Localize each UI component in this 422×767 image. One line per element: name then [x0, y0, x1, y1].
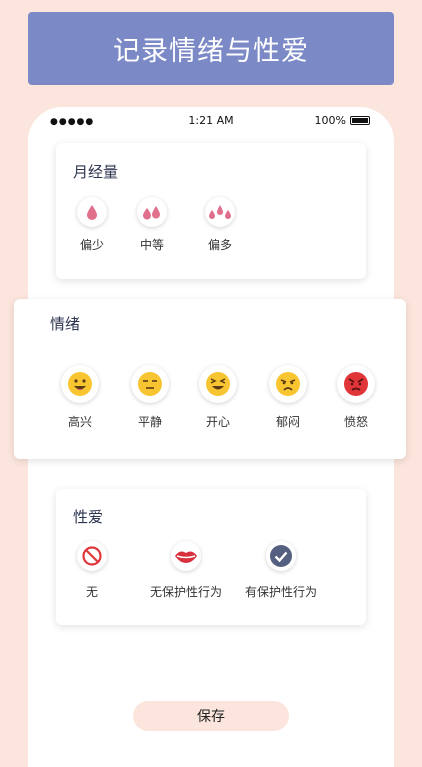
sex-card: 性爱 无 无保护性行为 有保护性行为: [56, 489, 366, 625]
mood-option-label: 愤怒: [343, 415, 368, 429]
prohibited-icon: [77, 541, 107, 571]
flow-title: 月经量: [73, 163, 119, 181]
lips-icon: [171, 541, 201, 571]
banner: 记录情绪与性爱: [28, 12, 394, 85]
angry-face-icon: [337, 365, 375, 403]
gloomy-face-icon: [269, 365, 307, 403]
flow-option-label: 中等: [139, 238, 164, 252]
banner-title: 记录情绪与性爱: [113, 36, 309, 67]
mood-option-gloomy[interactable]: 郁闷: [253, 365, 323, 430]
flow-card: 月经量 偏少 中等 偏多: [56, 143, 366, 279]
mood-option-label: 开心: [205, 415, 230, 429]
mood-option-joy[interactable]: 开心: [183, 365, 253, 430]
sex-option-label: 无保护性行为: [149, 585, 222, 599]
sex-option-protected[interactable]: 有保护性行为: [231, 541, 331, 600]
two-drops-icon: [137, 197, 167, 227]
flow-option-heavy[interactable]: 偏多: [185, 197, 255, 253]
battery-indicator: 100%: [315, 114, 370, 127]
sex-option-label: 有保护性行为: [244, 585, 317, 599]
sex-option-none[interactable]: 无: [57, 541, 127, 600]
mood-option-label: 平静: [137, 415, 162, 429]
mood-option-angry[interactable]: 愤怒: [321, 365, 391, 430]
mood-option-calm[interactable]: 平静: [115, 365, 185, 430]
sex-title: 性爱: [73, 508, 104, 526]
mood-option-label: 高兴: [67, 415, 92, 429]
flow-option-label: 偏多: [207, 238, 232, 252]
laughing-face-icon: [199, 365, 237, 403]
flow-option-medium[interactable]: 中等: [117, 197, 187, 253]
mood-option-happy[interactable]: 高兴: [45, 365, 115, 430]
battery-icon: [350, 116, 370, 125]
check-circle-icon: [266, 541, 296, 571]
mood-title: 情绪: [50, 315, 81, 333]
status-bar: ●●●●● 1:21 AM 100%: [28, 107, 394, 135]
battery-percent: 100%: [314, 114, 346, 127]
mood-option-label: 郁闷: [275, 415, 300, 429]
calm-face-icon: [131, 365, 169, 403]
save-button[interactable]: 保存: [133, 701, 289, 731]
sex-option-label: 无: [85, 585, 98, 599]
sex-option-unprotected[interactable]: 无保护性行为: [136, 541, 236, 600]
one-drop-icon: [77, 197, 107, 227]
happy-face-icon: [61, 365, 99, 403]
mood-card: 情绪 高兴 平静 开心 郁闷 愤怒: [14, 299, 406, 459]
three-drops-icon: [205, 197, 235, 227]
